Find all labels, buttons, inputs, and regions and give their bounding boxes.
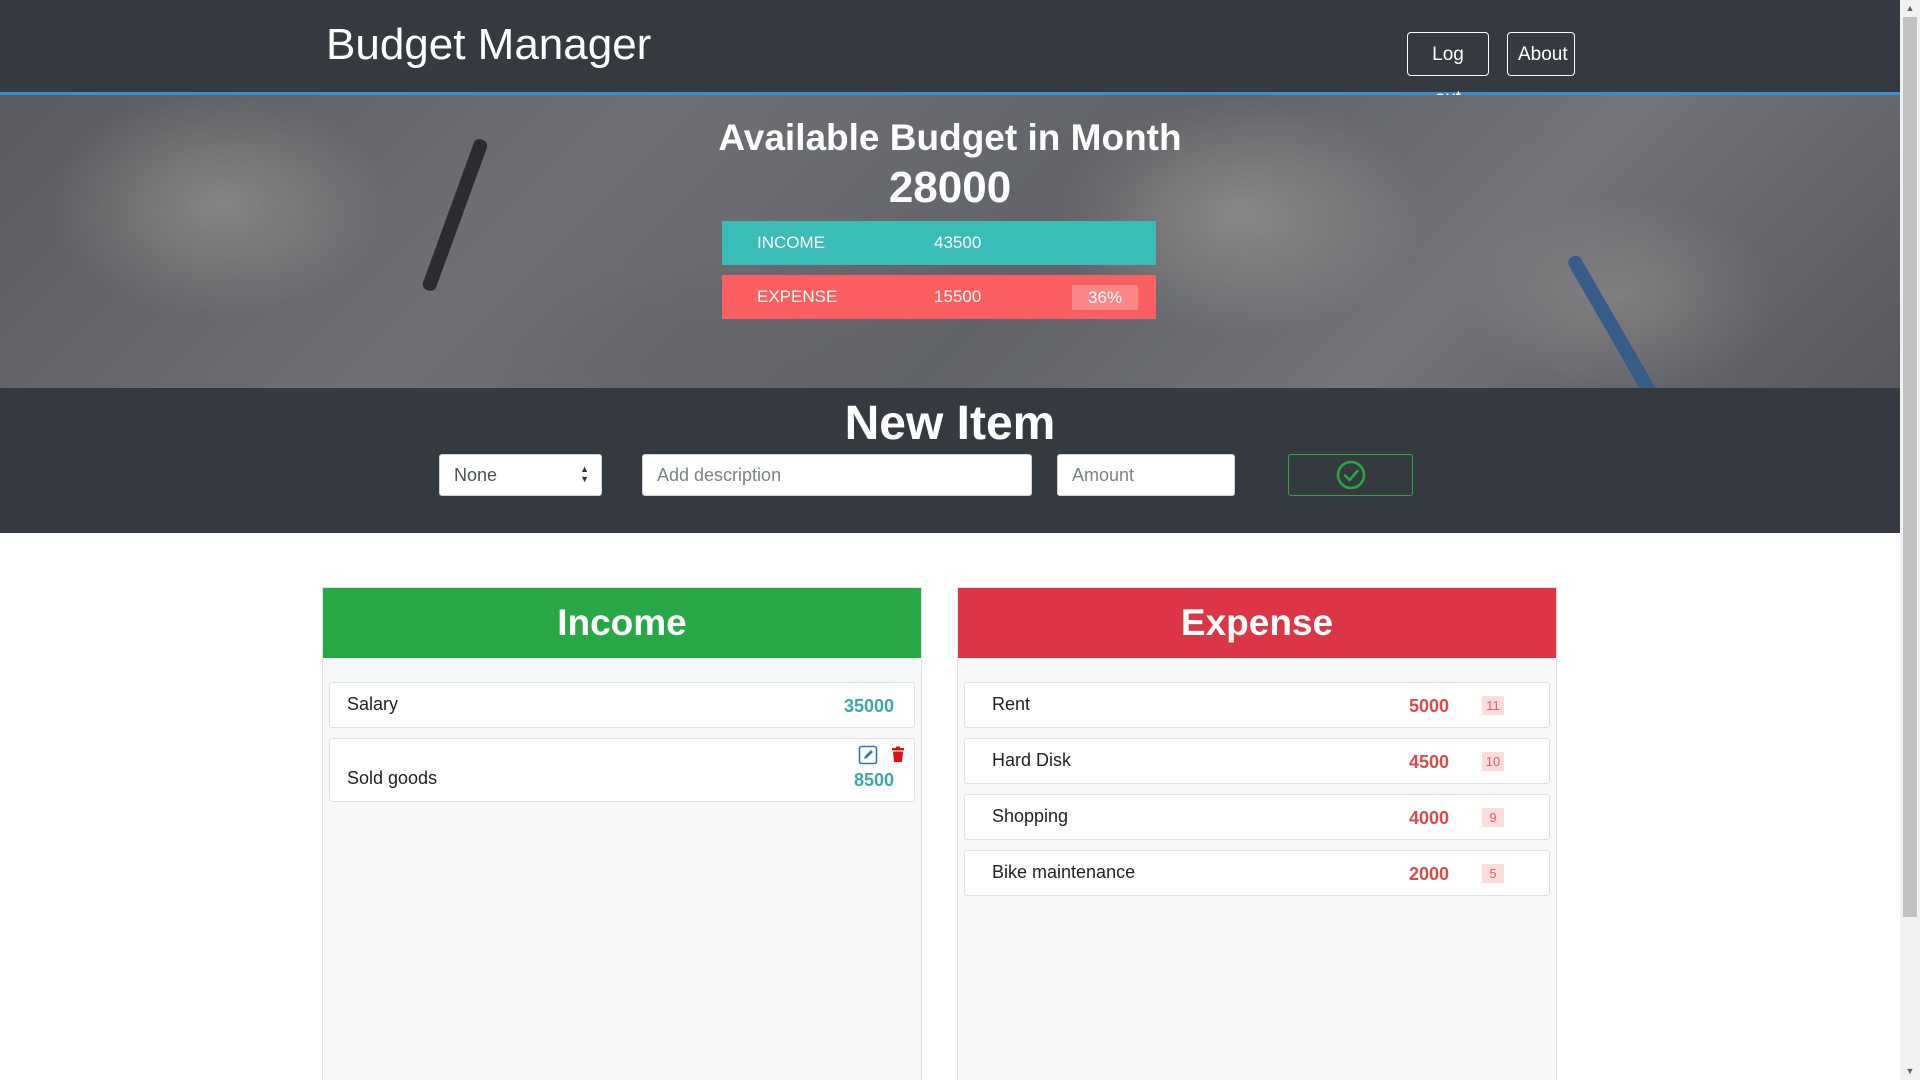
scroll-up-arrow-icon[interactable]: ▲ — [1900, 0, 1920, 17]
expense-item-percent: 5 — [1482, 864, 1504, 883]
budget-title: Available Budget in Month — [718, 117, 1182, 158]
expense-header: Expense — [958, 588, 1556, 658]
expense-item[interactable]: Rent 5000 11 — [964, 682, 1550, 728]
income-item-description: Salary — [347, 694, 399, 714]
new-item-form: New Item None ▲ ▼ — [0, 388, 1900, 533]
amount-input[interactable] — [1057, 454, 1235, 496]
expense-item-value: 5000 — [1408, 696, 1449, 716]
income-header: Income — [323, 588, 921, 658]
about-button[interactable]: About — [1507, 32, 1575, 76]
type-select-value: None — [454, 465, 498, 485]
expense-item-percent: 9 — [1482, 808, 1504, 827]
income-item-value: 8500 — [853, 770, 894, 790]
income-summary-value: 43500 — [934, 233, 982, 252]
income-item[interactable]: Sold goods 8500 — [329, 738, 915, 802]
navbar: Budget Manager Log out About — [0, 0, 1900, 109]
income-summary-label: INCOME — [757, 233, 825, 252]
scroll-down-arrow-icon[interactable]: ▼ — [1900, 1063, 1920, 1080]
income-item-value: 35000 — [843, 696, 894, 716]
income-item-description: Sold goods — [347, 768, 438, 788]
expense-summary-bar: EXPENSE 15500 36% — [722, 275, 1156, 319]
expense-item-value: 2000 — [1408, 864, 1449, 884]
expense-item-value: 4500 — [1408, 752, 1449, 772]
scrollbar-thumb[interactable] — [1903, 17, 1917, 917]
expense-summary-value: 15500 — [934, 287, 982, 306]
expense-item-percent: 11 — [1482, 696, 1504, 715]
description-input[interactable] — [642, 454, 1032, 496]
income-panel: Income Salary 35000 Sold goods 8500 — [322, 587, 922, 1080]
expense-item[interactable]: Hard Disk 4500 10 — [964, 738, 1550, 784]
expense-panel: Expense Rent 5000 11 Hard Disk 4500 10 S… — [957, 587, 1557, 1080]
expense-summary-label: EXPENSE — [757, 287, 838, 306]
expense-item-description: Hard Disk — [992, 750, 1072, 770]
edit-icon[interactable] — [858, 745, 878, 765]
logout-button[interactable]: Log out — [1407, 32, 1489, 109]
expense-item-value: 4000 — [1408, 808, 1449, 828]
brand-title: Budget Manager — [326, 20, 652, 69]
type-select[interactable]: None ▲ ▼ — [439, 454, 602, 496]
select-arrows-icon: ▲ ▼ — [580, 464, 589, 484]
available-budget-value: 28000 — [888, 163, 1012, 212]
income-summary-bar: INCOME 43500 — [722, 221, 1156, 265]
expense-item-description: Rent — [992, 694, 1031, 714]
budget-summary-hero: Available Budget in Month 28000 INCOME 4… — [0, 95, 1900, 388]
check-circle-icon — [1336, 460, 1366, 490]
expense-item-percent: 10 — [1482, 752, 1504, 771]
add-item-button[interactable] — [1288, 454, 1413, 496]
trash-icon[interactable] — [888, 745, 908, 765]
expense-item-description: Shopping — [992, 806, 1069, 826]
expense-item-description: Bike maintenance — [992, 862, 1136, 882]
expense-percent-badge: 36% — [1072, 285, 1138, 310]
income-item[interactable]: Salary 35000 — [329, 682, 915, 728]
page: Budget Manager Log out About Available B… — [0, 0, 1900, 1080]
expense-item[interactable]: Bike maintenance 2000 5 — [964, 850, 1550, 896]
page-scrollbar[interactable]: ▲ ▼ — [1900, 0, 1920, 1080]
expense-item[interactable]: Shopping 4000 9 — [964, 794, 1550, 840]
new-item-title: New Item — [844, 397, 1056, 450]
